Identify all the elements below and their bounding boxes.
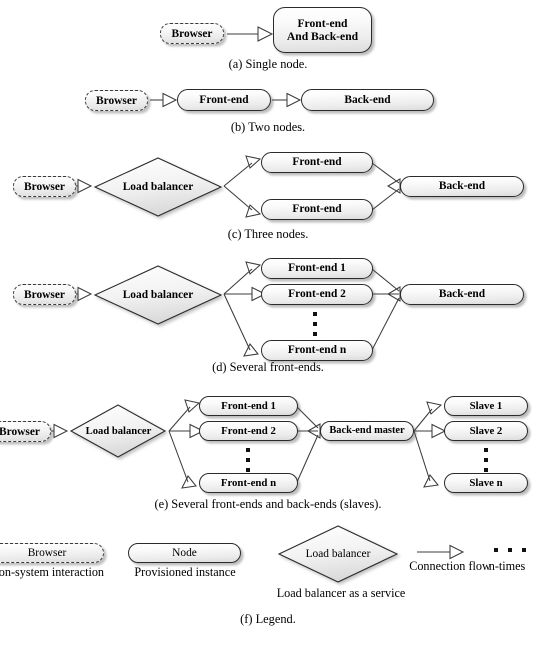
- panel-a-single-node: Browser Front-end And Back-end (a) Singl…: [0, 0, 536, 78]
- front-end-n-node-d: Front-end n: [261, 340, 373, 361]
- caption-d: (d) Several front-ends.: [212, 360, 324, 374]
- n-times-dots-e-frontend: [246, 445, 250, 475]
- front-end-n-node-e: Front-end n: [199, 473, 298, 493]
- load-balancer-node-e: Load balancer: [68, 404, 169, 458]
- front-end-and-back-end-node: Front-end And Back-end: [273, 7, 372, 53]
- back-end-master-node-e: Back-end master: [320, 421, 414, 441]
- slave-2-node-e: Slave 2: [444, 421, 528, 441]
- panel-c-three-nodes: Browser Load balancer Front-end Front-en…: [0, 147, 536, 247]
- n-times-dots-e-slave: [484, 445, 488, 475]
- front-end-label: Front-end: [199, 93, 249, 106]
- slave-label: Slave n: [469, 476, 503, 489]
- panel-e-several-frontends-backends: Browser Load balancer Front-end 1 Front-…: [0, 387, 536, 517]
- front-end-label: Front-end n: [220, 476, 277, 489]
- front-end-label: Front-end 1: [221, 399, 276, 412]
- legend-node-label: Node: [172, 546, 197, 559]
- n-times-dots-d: [313, 309, 317, 339]
- front-end-1-node-d: Front-end 1: [261, 258, 373, 279]
- back-end-node-c: Back-end: [400, 176, 524, 197]
- browser-label: Browser: [171, 27, 213, 40]
- front-end-node-b: Front-end: [177, 89, 271, 111]
- back-end-label: Back-end: [438, 288, 486, 301]
- load-balancer-shape: [93, 157, 223, 217]
- slave-label: Slave 2: [469, 424, 503, 437]
- panel-f-legend: Browser Non-system interaction Node Prov…: [0, 522, 536, 653]
- caption-b: (b) Two nodes.: [230, 120, 306, 134]
- legend-browser-shape: Browser: [0, 543, 104, 563]
- front-end-label: Front-end 2: [288, 288, 346, 301]
- panel-b-two-nodes: Browser Front-end Back-end (b) Two nodes…: [0, 82, 536, 142]
- legend-node-shape: Node: [128, 543, 241, 563]
- front-end-1-node-e: Front-end 1: [199, 396, 298, 416]
- back-end-master-label: Back-end master: [329, 425, 405, 437]
- browser-node-b: Browser: [85, 90, 148, 111]
- load-balancer-shape: [277, 525, 399, 583]
- front-end-2-node-c: Front-end: [261, 199, 373, 220]
- front-end-2-node-e: Front-end 2: [199, 421, 298, 441]
- back-end-node-b: Back-end: [301, 89, 434, 111]
- load-balancer-shape: [93, 265, 223, 325]
- legend-node-description: Provisioned instance: [134, 565, 236, 579]
- browser-label: Browser: [0, 425, 40, 438]
- front-end-label: Front-end 1: [288, 262, 346, 275]
- browser-node-e: Browser: [0, 421, 51, 442]
- browser-node-a: Browser: [160, 23, 224, 44]
- front-end-label: Front-end: [292, 203, 342, 216]
- legend-n-times-dots: [489, 548, 531, 552]
- front-end-label: Front-end 2: [221, 424, 276, 437]
- caption-f: (f) Legend.: [240, 612, 296, 626]
- front-end-and-back-end-label: Front-end And Back-end: [286, 17, 359, 43]
- slave-n-node-e: Slave n: [444, 473, 528, 493]
- load-balancer-shape: [69, 404, 167, 458]
- back-end-label: Back-end: [344, 93, 391, 106]
- legend-browser-label: Browser: [27, 547, 67, 559]
- load-balancer-node-c: Load balancer: [92, 157, 224, 217]
- legend-load-balancer-description: Load balancer as a service: [276, 586, 406, 600]
- front-end-label: Front-end: [292, 156, 342, 169]
- caption-a: (a) Single node.: [228, 57, 308, 71]
- back-end-label: Back-end: [438, 180, 486, 193]
- browser-label: Browser: [96, 94, 137, 107]
- slave-1-node-e: Slave 1: [444, 396, 528, 416]
- deployment-architecture-figure: Browser Front-end And Back-end (a) Singl…: [0, 0, 536, 653]
- browser-label: Browser: [24, 180, 65, 193]
- panel-d-several-frontends: Browser Load balancer Front-end 1 Front-…: [0, 252, 536, 377]
- legend-n-times-description: n-times: [488, 559, 526, 573]
- browser-node-c: Browser: [13, 176, 76, 197]
- front-end-2-node-d: Front-end 2: [261, 284, 373, 305]
- front-end-label: Front-end n: [287, 344, 347, 357]
- back-end-node-d: Back-end: [400, 284, 524, 305]
- caption-c: (c) Three nodes.: [227, 227, 309, 241]
- caption-e: (e) Several front-ends and back-ends (sl…: [154, 497, 382, 511]
- load-balancer-node-d: Load balancer: [92, 265, 224, 325]
- legend-browser-description: Non-system interaction: [0, 565, 105, 579]
- browser-node-d: Browser: [13, 284, 76, 305]
- browser-label: Browser: [24, 288, 65, 301]
- legend-load-balancer-shape: Load balancer: [276, 525, 400, 583]
- slave-label: Slave 1: [469, 399, 503, 412]
- front-end-1-node-c: Front-end: [261, 152, 373, 173]
